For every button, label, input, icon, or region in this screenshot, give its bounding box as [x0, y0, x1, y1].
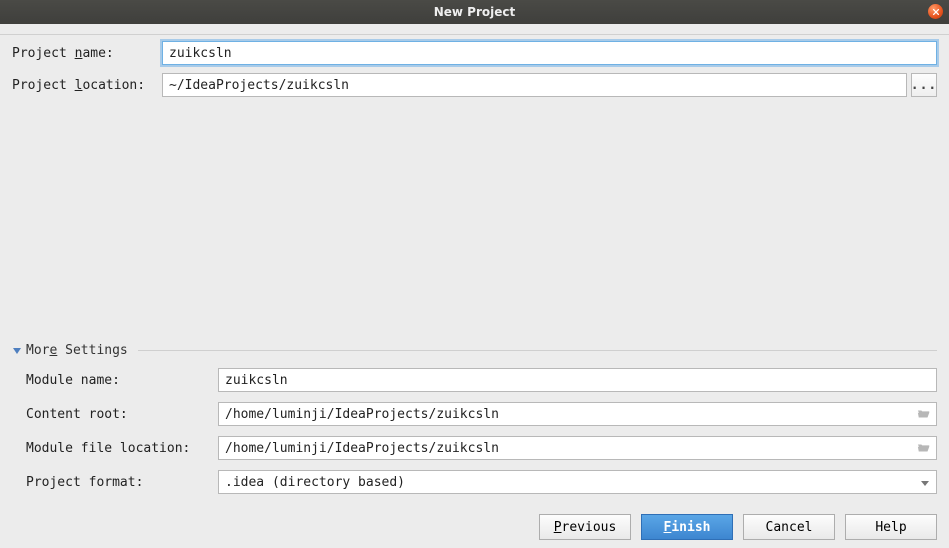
window-title: New Project [434, 5, 516, 19]
chevron-down-icon [920, 477, 930, 487]
more-settings-toggle[interactable]: More Settings [12, 343, 937, 358]
button-bar: Previous Finish Cancel Help [12, 504, 937, 540]
project-format-value: .idea (directory based) [225, 475, 405, 490]
help-button[interactable]: Help [845, 514, 937, 540]
project-format-row: Project format: .idea (directory based) [12, 470, 937, 494]
project-location-row: Project location: ... [12, 73, 937, 97]
content-root-row: Content root: [12, 402, 937, 426]
titlebar: New Project [0, 0, 949, 24]
module-file-location-label: Module file location: [26, 441, 218, 456]
folder-open-icon[interactable] [917, 441, 931, 455]
project-format-select[interactable]: .idea (directory based) [218, 470, 937, 494]
module-name-input[interactable] [218, 368, 937, 392]
project-location-browse-button[interactable]: ... [911, 73, 937, 97]
chevron-down-icon [12, 346, 22, 356]
project-name-row: Project name: [12, 41, 937, 65]
project-name-input[interactable] [162, 41, 937, 65]
project-location-label: Project location: [12, 78, 162, 93]
more-settings-panel: Module name: Content root: Module file l… [12, 368, 937, 504]
close-icon[interactable] [928, 4, 943, 19]
previous-button[interactable]: Previous [539, 514, 631, 540]
finish-button[interactable]: Finish [641, 514, 733, 540]
module-name-row: Module name: [12, 368, 937, 392]
module-file-location-row: Module file location: [12, 436, 937, 460]
module-file-location-input[interactable] [218, 436, 937, 460]
project-name-label: Project name: [12, 46, 162, 61]
cancel-button[interactable]: Cancel [743, 514, 835, 540]
content-root-label: Content root: [26, 407, 218, 422]
module-name-label: Module name: [26, 373, 218, 388]
divider [0, 34, 949, 35]
dialog-body: Project name: Project location: ... More… [0, 24, 949, 548]
content-root-input[interactable] [218, 402, 937, 426]
more-settings-label: More Settings [26, 343, 128, 358]
project-format-label: Project format: [26, 475, 218, 490]
divider [138, 350, 937, 351]
project-location-input[interactable] [162, 73, 907, 97]
spacer [12, 105, 937, 339]
folder-open-icon[interactable] [917, 407, 931, 421]
